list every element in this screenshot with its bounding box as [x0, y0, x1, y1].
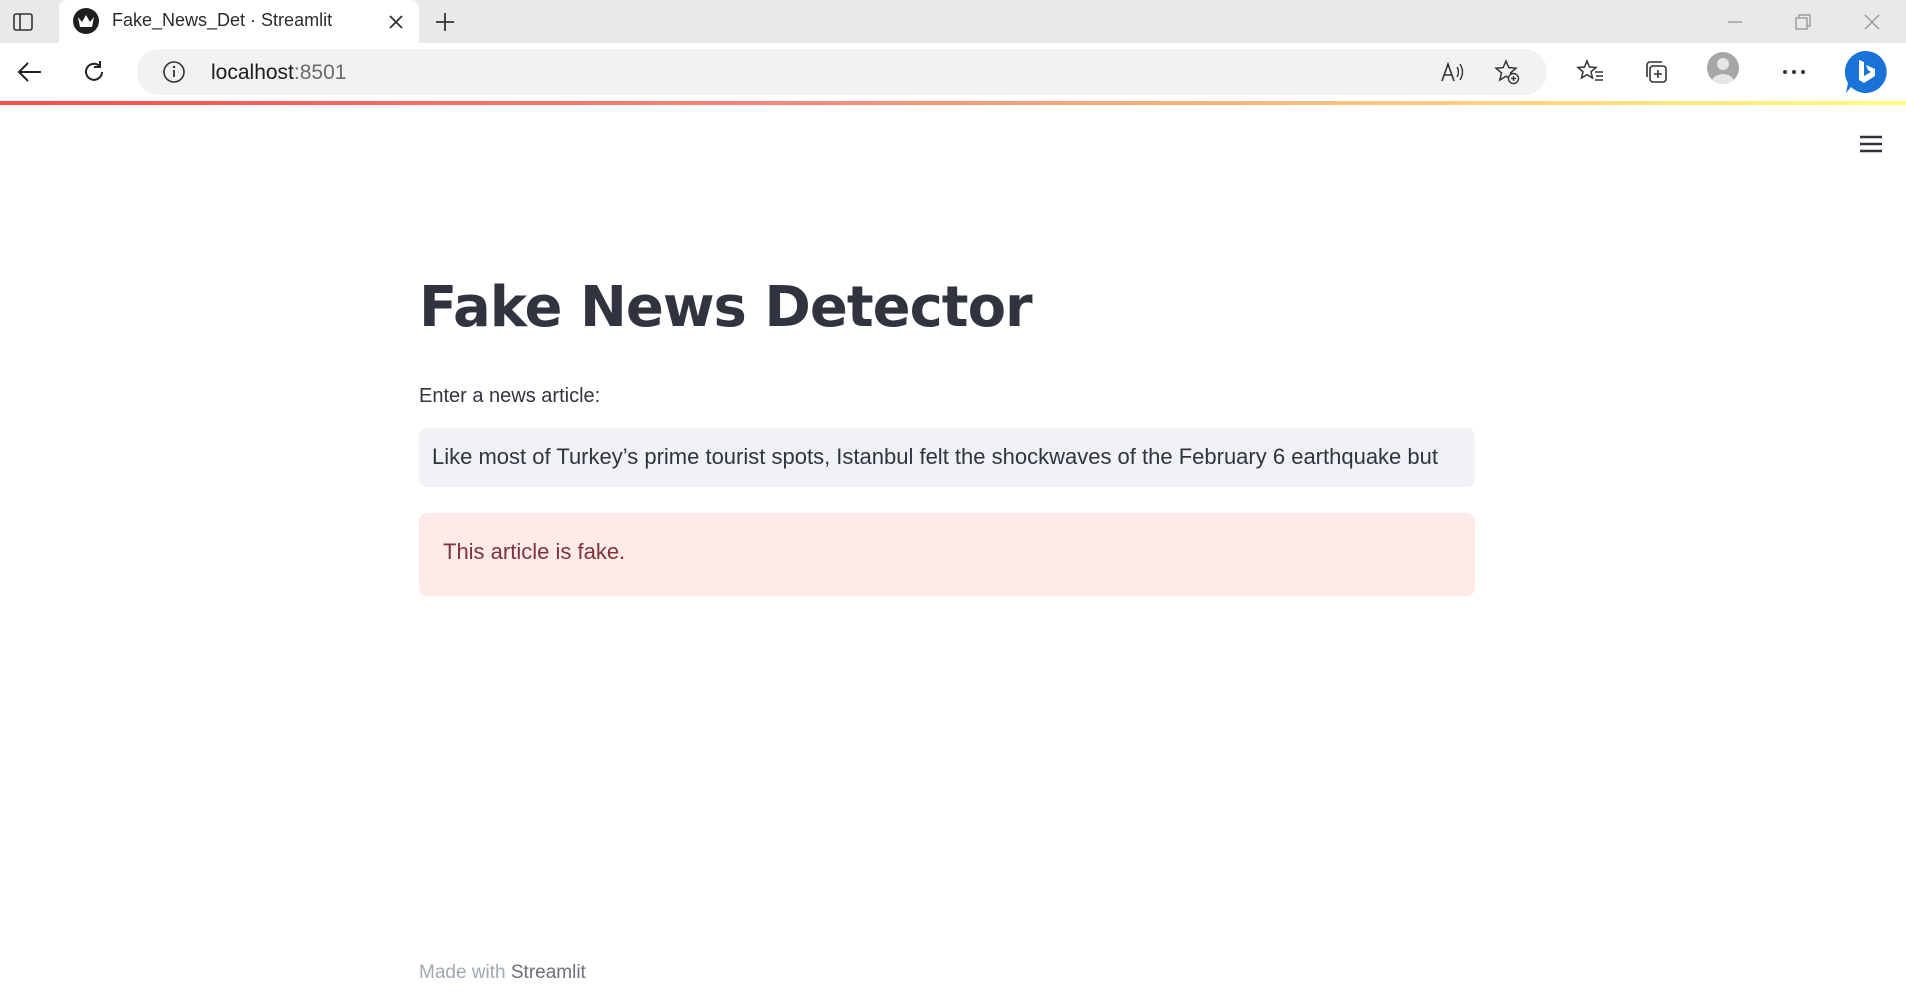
minimize-icon[interactable] [1718, 5, 1752, 39]
browser-tab[interactable]: Fake_News_Det · Streamlit [59, 0, 419, 43]
more-icon[interactable] [1774, 52, 1814, 92]
add-favorite-icon[interactable] [1491, 56, 1523, 88]
bing-icon[interactable] [1840, 47, 1890, 97]
browser-toolbar: localhost:8501 [0, 43, 1906, 102]
refresh-icon[interactable] [74, 52, 114, 92]
url-text: localhost:8501 [211, 61, 346, 85]
streamlit-crown-icon [73, 8, 99, 34]
streamlit-link[interactable]: Streamlit [511, 962, 586, 983]
favorites-icon[interactable] [1570, 52, 1610, 92]
read-aloud-icon[interactable] [1437, 56, 1469, 88]
article-text-input[interactable]: Like most of Turkey’s prime tourist spot… [419, 428, 1475, 487]
window-close-icon[interactable] [1855, 5, 1889, 39]
close-icon[interactable] [384, 10, 408, 34]
address-bar[interactable]: localhost:8501 [137, 49, 1547, 95]
hamburger-menu-icon[interactable] [1854, 127, 1888, 161]
restore-icon[interactable] [1786, 5, 1820, 39]
browser-tab-strip: Fake_News_Det · Streamlit [0, 0, 1906, 43]
tab-title: Fake_News_Det · Streamlit [112, 10, 333, 30]
prediction-error-alert: This article is fake. [419, 513, 1475, 596]
collections-icon[interactable] [1636, 52, 1676, 92]
page-title: Fake News Detector [419, 275, 1033, 340]
footer-prefix: Made with [419, 962, 511, 983]
tab-actions-icon[interactable] [10, 9, 36, 35]
url-host: localhost [211, 61, 294, 84]
prediction-message: This article is fake. [443, 539, 626, 564]
article-input-value[interactable]: Like most of Turkey’s prime tourist spot… [432, 444, 1438, 470]
streamlit-app: Fake News Detector Enter a news article:… [0, 105, 1906, 1000]
plus-icon[interactable] [430, 7, 460, 37]
profile-icon[interactable] [1707, 52, 1739, 84]
back-arrow-icon[interactable] [10, 52, 50, 92]
article-input-label: Enter a news article: [419, 385, 601, 407]
footer: Made with Streamlit [419, 962, 586, 984]
info-icon[interactable] [161, 59, 187, 85]
url-port: :8501 [293, 61, 347, 84]
